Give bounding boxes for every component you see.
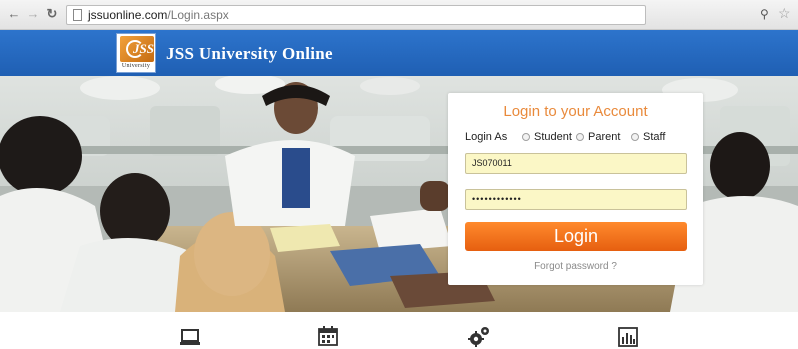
role-parent-label[interactable]: Parent xyxy=(588,131,620,143)
role-parent-radio[interactable] xyxy=(576,133,584,141)
password-value: •••••••••••• xyxy=(472,194,522,204)
logo-subtext: University xyxy=(121,63,151,69)
calendar-icon[interactable] xyxy=(318,326,338,346)
username-value: JS070011 xyxy=(472,158,512,168)
login-title: Login to your Account xyxy=(503,103,648,120)
username-input[interactable]: JS070011 xyxy=(465,153,687,174)
login-as-label: Login As xyxy=(465,131,508,143)
bookmark-star-icon[interactable]: ☆ xyxy=(778,5,791,22)
university-logo[interactable]: JSS University xyxy=(116,33,156,73)
site-header: JSS University JSS University Online xyxy=(0,30,798,76)
laptop-icon[interactable] xyxy=(180,328,200,346)
role-staff-radio[interactable] xyxy=(631,133,639,141)
back-icon[interactable]: ← xyxy=(6,6,22,22)
password-input[interactable]: •••••••••••• xyxy=(465,189,687,210)
forward-icon[interactable]: → xyxy=(25,6,41,22)
url-path: /Login.aspx xyxy=(167,8,229,22)
reload-icon[interactable]: ↻ xyxy=(44,6,60,22)
gears-icon[interactable] xyxy=(468,326,490,348)
page-icon xyxy=(73,9,82,21)
role-student-radio[interactable] xyxy=(522,133,530,141)
browser-toolbar: ← → ↻ jssuonline.com/Login.aspx ⚲ ☆ xyxy=(0,0,798,30)
key-icon[interactable]: ⚲ xyxy=(760,7,769,21)
forgot-password-link[interactable]: Forgot password ? xyxy=(448,261,703,272)
login-button[interactable]: Login xyxy=(465,222,687,251)
url-text: jssuonline.com/Login.aspx xyxy=(88,8,229,22)
feature-icons-row xyxy=(0,312,798,349)
login-panel: Login to your Account Login As Student P… xyxy=(448,93,703,285)
role-student-label[interactable]: Student xyxy=(534,131,572,143)
url-domain: jssuonline.com xyxy=(88,8,168,22)
address-bar[interactable]: jssuonline.com/Login.aspx xyxy=(66,5,646,25)
role-staff-label[interactable]: Staff xyxy=(643,131,665,143)
site-title: JSS University Online xyxy=(166,44,333,63)
logo-text: JSS xyxy=(133,41,154,56)
bar-chart-icon[interactable] xyxy=(618,327,638,347)
